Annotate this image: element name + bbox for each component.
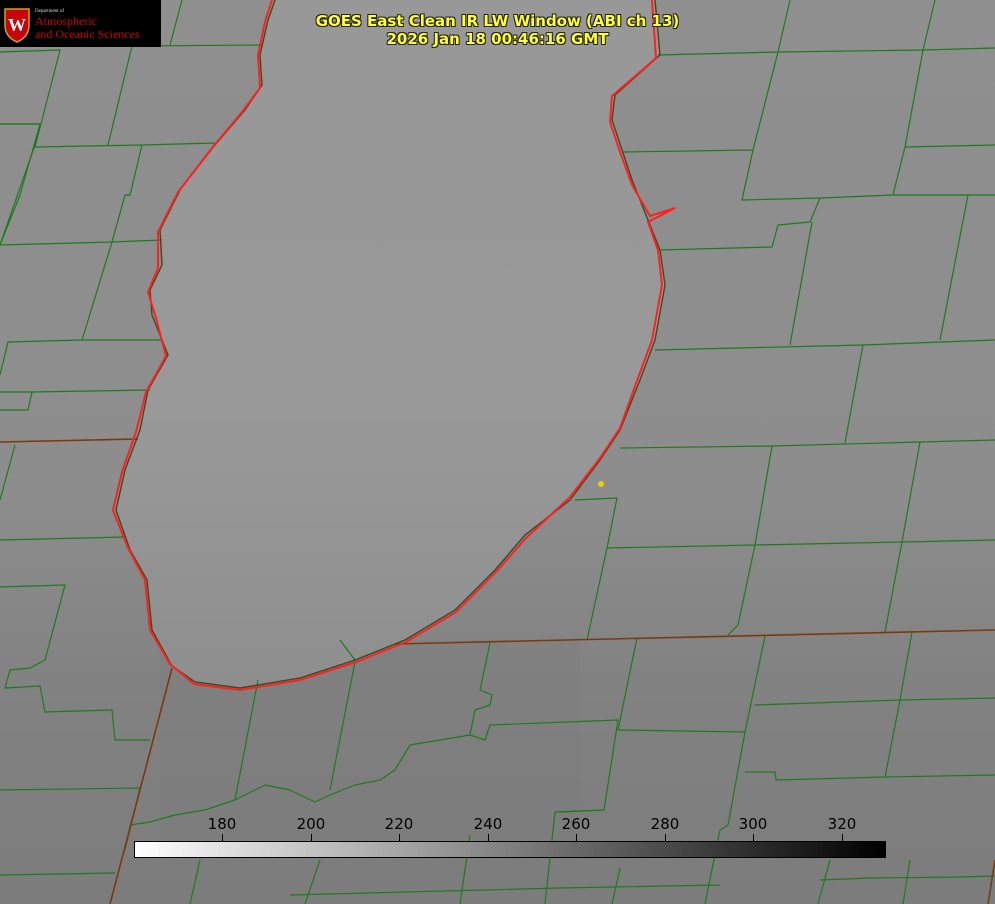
- colorbar-tick-label: 320: [827, 815, 857, 833]
- colorbar-tick-label: 180: [207, 815, 237, 833]
- colorbar-tick-label: 300: [738, 815, 768, 833]
- colorbar-tick-label: 220: [384, 815, 414, 833]
- satellite-image-view: W Department of Atmospheric and Oceanic …: [0, 0, 995, 904]
- colorbar-tick-mark: [311, 834, 312, 841]
- colorbar-tick-mark: [222, 834, 223, 841]
- colorbar-tick-mark: [399, 834, 400, 841]
- colorbar-tick-mark: [753, 834, 754, 841]
- colorbar-tick-mark: [665, 834, 666, 841]
- colorbar-tick-label: 200: [296, 815, 326, 833]
- colorbar-tick-mark: [576, 834, 577, 841]
- colorbar-tick-mark: [842, 834, 843, 841]
- location-marker: [598, 481, 604, 487]
- colorbar-tick-label: 240: [473, 815, 503, 833]
- colorbar-tick-mark: [488, 834, 489, 841]
- image-timestamp: 2026 Jan 18 00:46:16 GMT: [386, 30, 609, 48]
- colorbar-tick-label: 260: [561, 815, 591, 833]
- ir-map: [0, 0, 995, 904]
- colorbar-tick-label: 280: [650, 815, 680, 833]
- image-title: GOES East Clean IR LW Window (ABI ch 13): [315, 12, 680, 30]
- colorbar: [134, 841, 886, 858]
